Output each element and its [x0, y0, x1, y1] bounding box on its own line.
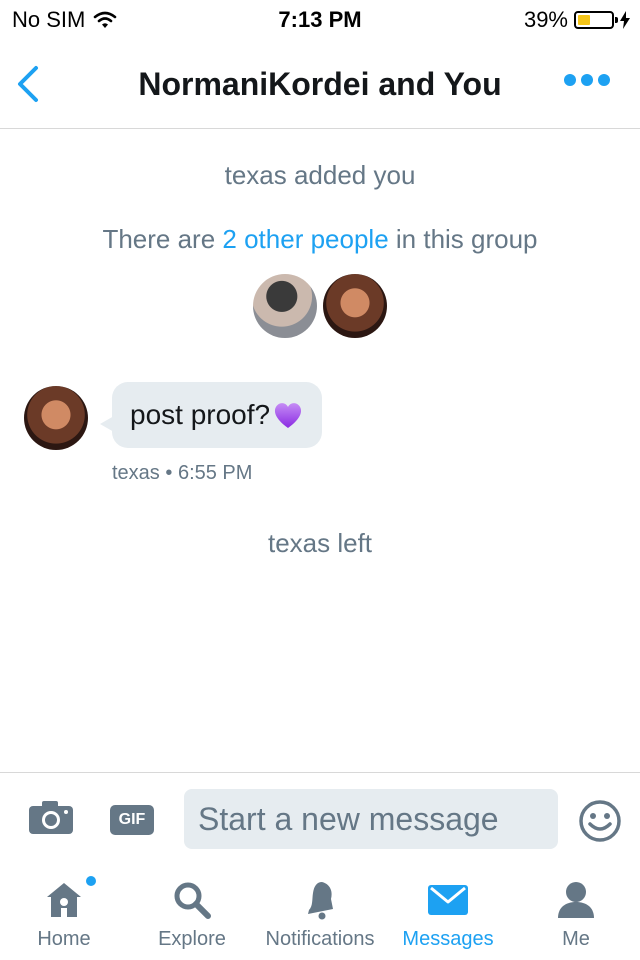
tab-home[interactable]: Home	[0, 860, 128, 960]
envelope-icon	[428, 885, 468, 915]
camera-icon[interactable]	[28, 799, 74, 835]
tab-label: Messages	[402, 928, 494, 950]
conversation-header: NormaniKordei and You	[0, 44, 640, 129]
tab-label: Notifications	[265, 928, 375, 950]
tab-notifications[interactable]: Notifications	[256, 860, 384, 960]
group-info: There are 2 other people in this group	[0, 224, 640, 255]
message-sender: texas	[112, 462, 160, 484]
emoji-icon[interactable]	[578, 799, 622, 843]
group-info-prefix: There are	[102, 224, 223, 254]
battery-icon	[574, 11, 618, 29]
message-meta: texas • 6:55 PM	[112, 462, 252, 485]
group-info-suffix: in this group	[388, 224, 538, 254]
message-time: 6:55 PM	[177, 462, 253, 484]
home-icon	[47, 883, 81, 917]
group-members-link[interactable]: 2 other people	[222, 224, 388, 254]
tab-label: Me	[562, 928, 590, 950]
gif-button[interactable]: GIF	[110, 805, 154, 835]
tab-label: Home	[37, 928, 91, 950]
battery-status: 39%	[524, 7, 630, 33]
bell-icon	[308, 882, 333, 920]
left-notice: texas left	[267, 528, 373, 558]
message-input[interactable]	[184, 789, 558, 849]
tab-explore[interactable]: Explore	[128, 860, 256, 960]
message-bubble[interactable]: post proof?	[99, 382, 323, 448]
conversation-title: NormaniKordei and You	[138, 66, 502, 102]
message-composer: GIF	[0, 772, 640, 861]
unread-dot	[86, 876, 96, 886]
group-member-avatar[interactable]	[323, 274, 387, 338]
sender-avatar[interactable]	[24, 386, 88, 450]
charging-bolt-icon	[620, 11, 630, 29]
battery-percent: 39%	[523, 7, 568, 32]
person-icon	[558, 882, 594, 918]
tab-messages[interactable]: Messages	[384, 860, 512, 960]
purple-heart-icon	[275, 403, 302, 428]
status-bar: No SIM 7:13 PM 39%	[0, 0, 640, 40]
search-icon	[174, 882, 211, 919]
tab-me[interactable]: Me	[512, 860, 640, 960]
meta-separator: •	[165, 462, 173, 484]
group-member-avatar[interactable]	[253, 274, 317, 338]
added-notice: texas added you	[224, 160, 416, 190]
tab-label: Explore	[158, 928, 226, 950]
message-text: post proof?	[130, 399, 271, 430]
tab-bar: Home Explore Notifications Messages Me	[0, 860, 640, 960]
more-options-icon[interactable]	[564, 74, 610, 86]
